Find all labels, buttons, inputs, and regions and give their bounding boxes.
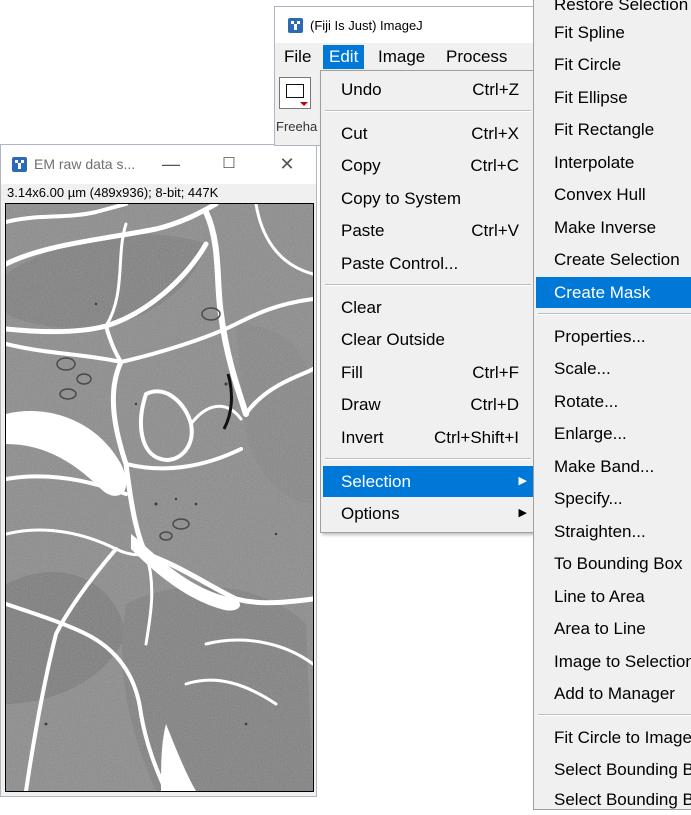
menu-item-clear[interactable]: Clear: [323, 292, 533, 323]
menu-item-select-bounding-box[interactable]: Select Bounding Box: [536, 754, 691, 785]
menu-item-image-to-selection[interactable]: Image to Selection: [536, 646, 691, 677]
menu-item-fit-spline[interactable]: Fit Spline: [536, 17, 691, 48]
menu-separator: [325, 110, 531, 112]
menu-file[interactable]: File: [278, 45, 317, 69]
em-image-window[interactable]: EM raw data s... — ☐ ✕ 3.14x6.00 µm (489…: [0, 144, 317, 797]
menu-image[interactable]: Image: [372, 45, 431, 69]
imagej-titlebar[interactable]: (Fiji Is Just) ImageJ: [275, 7, 573, 43]
menu-item-fit-ellipse[interactable]: Fit Ellipse: [536, 82, 691, 113]
maximize-icon[interactable]: ☐: [214, 151, 244, 177]
menu-item-cut[interactable]: Cut Ctrl+X: [323, 118, 533, 149]
submenu-arrow-icon: ▶: [518, 507, 527, 519]
menu-item-clear-outside[interactable]: Clear Outside: [323, 324, 533, 355]
menu-item-create-selection[interactable]: Create Selection: [536, 244, 691, 275]
menu-item-create-mask[interactable]: Create Mask: [536, 277, 691, 308]
tool-dropdown-indicator: [300, 102, 308, 106]
close-icon[interactable]: ✕: [272, 151, 302, 177]
edit-menu-dropdown: Undo Ctrl+Z Cut Ctrl+X Copy Ctrl+C Copy …: [320, 70, 536, 533]
image-info-label: 3.14x6.00 µm (489x936); 8-bit; 447K: [7, 185, 219, 200]
menu-item-properties[interactable]: Properties...: [536, 321, 691, 352]
menu-item-fit-circle[interactable]: Fit Circle: [536, 49, 691, 80]
menu-separator: [538, 714, 691, 716]
em-micrograph: [6, 204, 313, 791]
menu-item-fit-circle-to-image[interactable]: Fit Circle to Image: [536, 722, 691, 753]
menu-item-rotate[interactable]: Rotate...: [536, 386, 691, 417]
menu-item-specify[interactable]: Specify...: [536, 483, 691, 514]
menu-item-undo[interactable]: Undo Ctrl+Z: [323, 74, 533, 105]
menu-item-options[interactable]: Options ▶: [323, 498, 533, 529]
menu-item-to-bounding-box[interactable]: To Bounding Box: [536, 548, 691, 579]
menu-item-scale[interactable]: Scale...: [536, 353, 691, 384]
minimize-icon[interactable]: —: [156, 151, 186, 177]
menu-separator: [325, 284, 531, 286]
menu-item-fill[interactable]: Fill Ctrl+F: [323, 357, 533, 388]
em-window-title: EM raw data s...: [34, 156, 136, 172]
imagej-title: (Fiji Is Just) ImageJ: [310, 18, 423, 33]
menu-item-make-inverse[interactable]: Make Inverse: [536, 212, 691, 243]
selection-submenu: Restore Selection Fit Spline Fit Circle …: [533, 0, 691, 810]
menu-separator: [325, 458, 531, 460]
em-window-titlebar[interactable]: EM raw data s... — ☐ ✕: [1, 145, 316, 184]
menu-edit[interactable]: Edit: [323, 45, 365, 69]
menu-item-paste[interactable]: Paste Ctrl+V: [323, 215, 533, 246]
menu-item-draw[interactable]: Draw Ctrl+D: [323, 389, 533, 420]
fiji-app-icon: [288, 18, 303, 33]
menu-item-area-to-line[interactable]: Area to Line: [536, 613, 691, 644]
menu-item-copy-to-system[interactable]: Copy to System: [323, 183, 533, 214]
imagej-menubar: File Edit Image Process: [275, 45, 573, 69]
menu-item-add-to-manager[interactable]: Add to Manager: [536, 678, 691, 709]
menu-item-paste-control[interactable]: Paste Control...: [323, 248, 533, 279]
menu-item-selection[interactable]: Selection ▶: [323, 466, 533, 497]
menu-item-convex-hull[interactable]: Convex Hull: [536, 179, 691, 210]
image-canvas[interactable]: [5, 203, 314, 792]
menu-item-line-to-area[interactable]: Line to Area: [536, 581, 691, 612]
rectangle-tool-button[interactable]: [279, 77, 311, 109]
rectangle-icon: [286, 84, 304, 98]
status-bar-text: Freeha: [276, 119, 318, 134]
menu-item-straighten[interactable]: Straighten...: [536, 516, 691, 547]
menu-item-interpolate[interactable]: Interpolate: [536, 147, 691, 178]
menu-item-select-bounding-box-2[interactable]: Select Bounding Box: [536, 784, 691, 815]
submenu-arrow-icon: ▶: [518, 475, 527, 487]
menu-item-enlarge[interactable]: Enlarge...: [536, 418, 691, 449]
menu-item-fit-rectangle[interactable]: Fit Rectangle: [536, 114, 691, 145]
menu-item-make-band[interactable]: Make Band...: [536, 451, 691, 482]
menu-item-copy[interactable]: Copy Ctrl+C: [323, 150, 533, 181]
menu-separator: [538, 313, 691, 315]
fiji-app-icon: [12, 157, 27, 172]
menu-item-invert[interactable]: Invert Ctrl+Shift+I: [323, 422, 533, 453]
menu-process[interactable]: Process: [440, 45, 513, 69]
